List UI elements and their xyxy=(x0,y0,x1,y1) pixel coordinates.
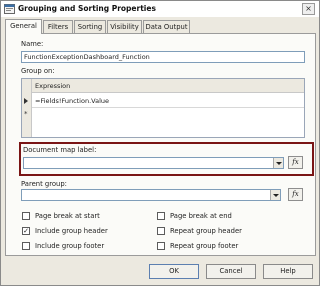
expression-header-label: Expression xyxy=(35,82,71,90)
chevron-down-icon[interactable] xyxy=(270,190,280,200)
close-button[interactable]: × xyxy=(302,3,315,15)
repeat-group-header-checkbox[interactable] xyxy=(157,227,165,235)
name-value: FunctionExceptionDashboard_Function xyxy=(24,53,150,61)
tab-strip: General Filters Sorting Visibility Data … xyxy=(5,19,317,34)
parent-group-fx-button[interactable]: fx xyxy=(288,188,303,201)
group-on-grid[interactable]: Expression =Fields!Function.Value * xyxy=(21,78,305,138)
include-group-header-checkbox[interactable]: ✓ xyxy=(22,227,30,235)
close-icon: × xyxy=(305,4,312,13)
tab-label: Data Output xyxy=(145,23,188,31)
repeat-group-footer-checkbox[interactable] xyxy=(157,242,165,250)
new-row-icon: * xyxy=(24,110,28,118)
page-break-start-checkbox[interactable] xyxy=(22,212,30,220)
tab-label: Filters xyxy=(47,23,69,31)
name-field[interactable]: FunctionExceptionDashboard_Function xyxy=(21,51,305,63)
cancel-button[interactable]: Cancel xyxy=(206,264,256,279)
row-divider xyxy=(32,107,304,108)
help-button[interactable]: Help xyxy=(263,264,313,279)
grouping-sorting-dialog: Grouping and Sorting Properties × Genera… xyxy=(0,0,320,286)
repeat-group-footer-label: Repeat group footer xyxy=(170,242,239,250)
ok-button[interactable]: OK xyxy=(149,264,199,279)
group-on-label: Group on: xyxy=(21,67,55,75)
tab-label: Sorting xyxy=(77,23,103,31)
tab-label: General xyxy=(10,22,37,30)
fx-icon: fx xyxy=(292,158,299,166)
tab-data-output[interactable]: Data Output xyxy=(143,20,190,33)
chevron-down-icon[interactable] xyxy=(273,158,283,168)
document-map-label: Document map label: xyxy=(23,146,97,154)
repeat-group-header-label: Repeat group header xyxy=(170,227,242,235)
tab-sorting[interactable]: Sorting xyxy=(74,20,106,33)
tab-visibility[interactable]: Visibility xyxy=(107,20,142,33)
tab-general[interactable]: General xyxy=(5,19,42,34)
include-group-footer-label: Include group footer xyxy=(35,242,105,250)
name-label: Name: xyxy=(21,40,44,48)
help-button-label: Help xyxy=(280,267,296,275)
title-bar: Grouping and Sorting Properties × xyxy=(1,1,319,17)
document-map-combo[interactable] xyxy=(23,157,284,169)
parent-group-label: Parent group: xyxy=(21,180,67,188)
parent-group-combo[interactable] xyxy=(21,189,281,201)
fx-icon: fx xyxy=(292,190,299,198)
ok-button-label: OK xyxy=(169,267,179,275)
tab-filters[interactable]: Filters xyxy=(43,20,73,33)
page-break-end-checkbox[interactable] xyxy=(157,212,165,220)
window-title: Grouping and Sorting Properties xyxy=(18,4,156,13)
dialog-icon xyxy=(4,4,15,14)
expression-value: =Fields!Function.Value xyxy=(35,97,110,105)
current-row-arrow-icon xyxy=(24,98,28,104)
checkmark-icon: ✓ xyxy=(23,227,29,235)
include-group-footer-checkbox[interactable] xyxy=(22,242,30,250)
tab-label: Visibility xyxy=(110,23,139,31)
general-panel: Name: FunctionExceptionDashboard_Functio… xyxy=(5,33,316,256)
document-map-fx-button[interactable]: fx xyxy=(288,156,303,169)
row-selector-column xyxy=(22,79,32,137)
cancel-button-label: Cancel xyxy=(219,267,243,275)
page-break-end-label: Page break at end xyxy=(170,212,232,220)
expression-column-header: Expression xyxy=(32,79,304,93)
page-break-start-label: Page break at start xyxy=(35,212,100,220)
expression-row[interactable]: =Fields!Function.Value xyxy=(32,94,304,106)
include-group-header-label: Include group header xyxy=(35,227,108,235)
